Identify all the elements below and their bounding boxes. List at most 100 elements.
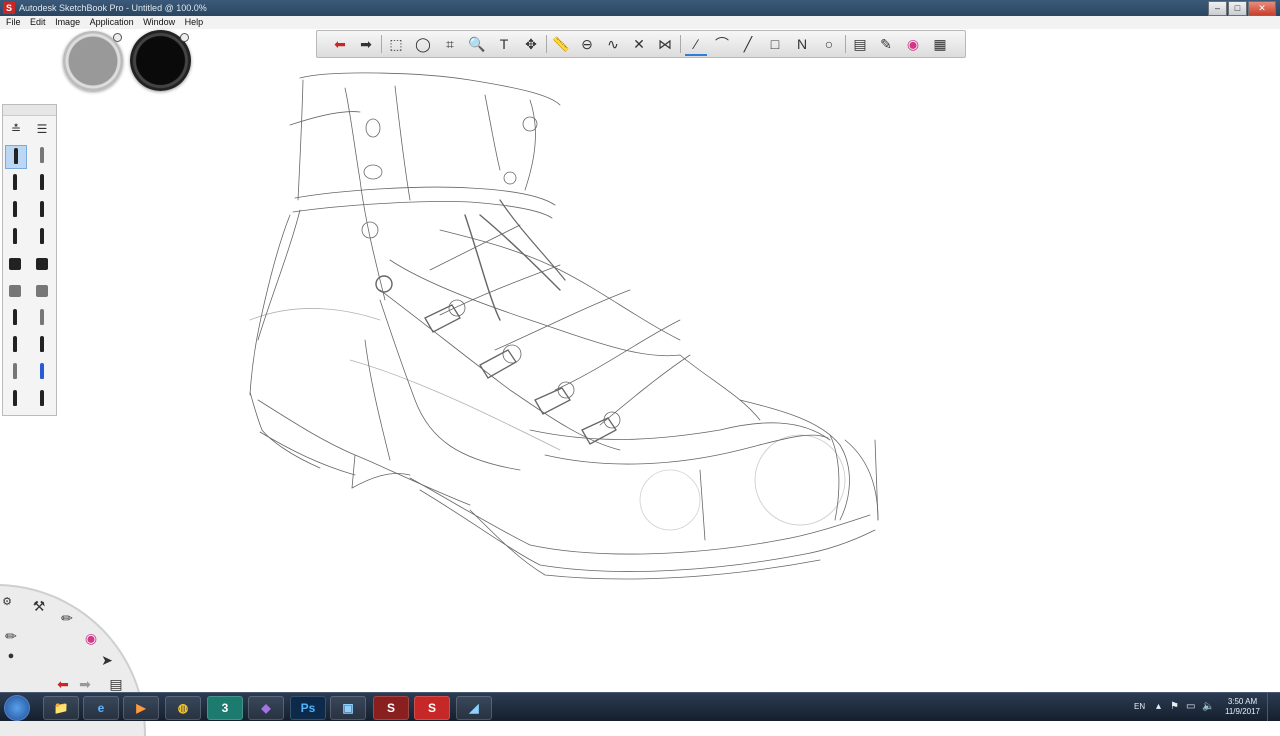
swatches-icon[interactable]: ▦ — [929, 34, 951, 54]
brush-tools-icon[interactable]: ⚒ — [30, 598, 48, 614]
brush-paintbrush[interactable] — [32, 226, 52, 248]
text-icon[interactable]: T — [493, 34, 515, 54]
brush-size-icon[interactable]: ● — [2, 648, 20, 664]
symmetry-icon[interactable]: ✕ — [628, 34, 650, 54]
3ds-max-icon[interactable]: 3 — [207, 696, 243, 720]
lagoon-undo-icon[interactable]: ⬅ — [54, 676, 72, 692]
close-button[interactable]: ✕ — [1248, 1, 1276, 16]
stroke-icon[interactable]: ∕ — [685, 34, 707, 56]
brush-graphite[interactable] — [5, 361, 25, 383]
app-icon[interactable]: S — [3, 2, 15, 14]
taskbar: 📁 e ▶ ◍ 3 ◆ Ps ▣ S S ◢ EN ▴ ⚑ ▭ 🔈 3:50 A… — [0, 692, 1280, 721]
photoshop-icon[interactable]: Ps — [290, 696, 326, 720]
boot-sketch — [249, 72, 879, 580]
brush-size-puck[interactable] — [63, 31, 123, 91]
menu-image[interactable]: Image — [55, 17, 80, 27]
redo-icon[interactable]: ➡ — [355, 34, 377, 54]
puck-pin-icon[interactable] — [180, 33, 189, 42]
crop-icon[interactable]: ⌗ — [439, 34, 461, 54]
minimize-button[interactable]: – — [1208, 1, 1227, 16]
brush-soft-eraser[interactable] — [32, 253, 52, 275]
system-clock[interactable]: 3:50 AM 11/9/2017 — [1225, 697, 1260, 717]
brush-airbrush[interactable] — [32, 145, 52, 167]
menu-file[interactable]: File — [6, 17, 21, 27]
settings-icon[interactable]: ⚙ — [0, 594, 16, 610]
brush-technical-pen[interactable] — [5, 334, 25, 356]
line-icon[interactable]: ╱ — [737, 34, 759, 54]
move-icon[interactable]: ✥ — [520, 34, 542, 54]
sketchbook-icon[interactable]: S — [414, 696, 450, 720]
language-indicator[interactable]: EN — [1134, 693, 1145, 721]
lagoon-color-puck-icon[interactable]: ✏ — [2, 628, 20, 644]
drawing-canvas[interactable] — [0, 29, 1280, 692]
show-desktop-button[interactable] — [1267, 693, 1280, 721]
app-icon[interactable]: ◢ — [456, 696, 492, 720]
internet-explorer-icon[interactable]: e — [83, 696, 119, 720]
lagoon-redo-icon[interactable]: ➡ — [76, 676, 94, 692]
brush-felt-pen[interactable] — [32, 172, 52, 194]
brush-pencil[interactable] — [5, 145, 27, 169]
sketchbook-alt-icon[interactable]: S — [373, 696, 409, 720]
media-player-icon[interactable]: ▶ — [123, 696, 159, 720]
brush-blue-marker[interactable] — [32, 361, 52, 383]
brush-library-icon[interactable]: ☰ — [32, 119, 52, 139]
visual-studio-icon[interactable]: ◆ — [248, 696, 284, 720]
undo-icon[interactable]: ⬅ — [329, 34, 351, 54]
brush-ink-pen[interactable] — [5, 226, 25, 248]
menu-window[interactable]: Window — [143, 17, 175, 27]
ruler-icon[interactable]: 📏 — [550, 34, 572, 54]
window-controls: – □ ✕ — [1208, 1, 1276, 16]
brush-hard-eraser[interactable] — [5, 253, 25, 275]
brushes-icon[interactable]: ✎ — [875, 34, 897, 54]
tray-flag-icon[interactable]: ⚑ — [1170, 693, 1179, 721]
zoom-icon[interactable]: 🔍 — [466, 34, 488, 54]
brush-fine-pen[interactable] — [32, 199, 52, 221]
network-icon[interactable]: ▭ — [1186, 693, 1195, 721]
color-puck[interactable] — [130, 30, 191, 91]
palette-header[interactable] — [3, 105, 56, 116]
file-explorer-icon[interactable]: 📁 — [43, 696, 79, 720]
window-title: Autodesk SketchBook Pro - Untitled @ 100… — [19, 3, 207, 13]
brush-properties-icon[interactable]: ≛ — [6, 119, 26, 139]
maximize-button[interactable]: □ — [1228, 1, 1247, 16]
brush-crayon[interactable] — [32, 388, 52, 410]
clock-time: 3:50 AM — [1227, 697, 1258, 706]
color-wheel-icon[interactable]: ◉ — [902, 34, 924, 54]
volume-icon[interactable]: 🔈 — [1202, 693, 1214, 721]
title-bar: S Autodesk SketchBook Pro - Untitled @ 1… — [0, 0, 1280, 16]
toolbar-separator — [546, 35, 547, 53]
brush-pastel[interactable] — [32, 307, 52, 329]
menu-help[interactable]: Help — [185, 17, 204, 27]
rectangle-icon[interactable]: □ — [764, 34, 786, 54]
puck-pin-icon[interactable] — [113, 33, 122, 42]
mirror-icon[interactable]: ⋈ — [654, 34, 676, 54]
brush-chisel[interactable] — [5, 307, 25, 329]
menu-application[interactable]: Application — [90, 17, 134, 27]
chrome-icon[interactable]: ◍ — [165, 696, 201, 720]
color-icon[interactable]: ◉ — [82, 630, 100, 646]
toolbar-separator — [381, 35, 382, 53]
brush-blur[interactable] — [32, 280, 52, 302]
menu-edit[interactable]: Edit — [30, 17, 46, 27]
lagoon-layers-icon[interactable]: ▤ — [107, 676, 125, 692]
select-icon[interactable]: ➤ — [98, 652, 116, 668]
control-panel-icon[interactable]: ▣ — [330, 696, 366, 720]
circle-icon[interactable]: ○ — [818, 34, 840, 54]
brush-smudge[interactable] — [5, 280, 25, 302]
polyline-icon[interactable]: N — [791, 34, 813, 54]
pencil-icon[interactable]: ✏ — [58, 610, 76, 626]
rect-select-icon[interactable]: ⬚ — [385, 34, 407, 54]
start-button[interactable] — [4, 695, 30, 721]
french-curve-icon[interactable]: ∿ — [602, 34, 624, 54]
menu-bar: File Edit Image Application Window Help — [0, 16, 1280, 29]
main-toolbar: ⬅ ➡ ⬚ ◯ ⌗ 🔍 T ✥ 📏 ⊖ ∿ ✕ ⋈ ∕ ⌒ ╱ □ N ○ ▤ … — [316, 30, 966, 58]
brush-calligraphy[interactable] — [32, 334, 52, 356]
brush-marker[interactable] — [5, 172, 25, 194]
ellipse-guide-icon[interactable]: ⊖ — [576, 34, 598, 54]
brush-ballpoint[interactable] — [5, 199, 25, 221]
brush-charcoal[interactable] — [5, 388, 25, 410]
curve-icon[interactable]: ⌒ — [711, 34, 733, 54]
tray-arrow-icon[interactable]: ▴ — [1156, 693, 1161, 721]
layers-icon[interactable]: ▤ — [849, 34, 871, 54]
lasso-icon[interactable]: ◯ — [412, 34, 434, 54]
